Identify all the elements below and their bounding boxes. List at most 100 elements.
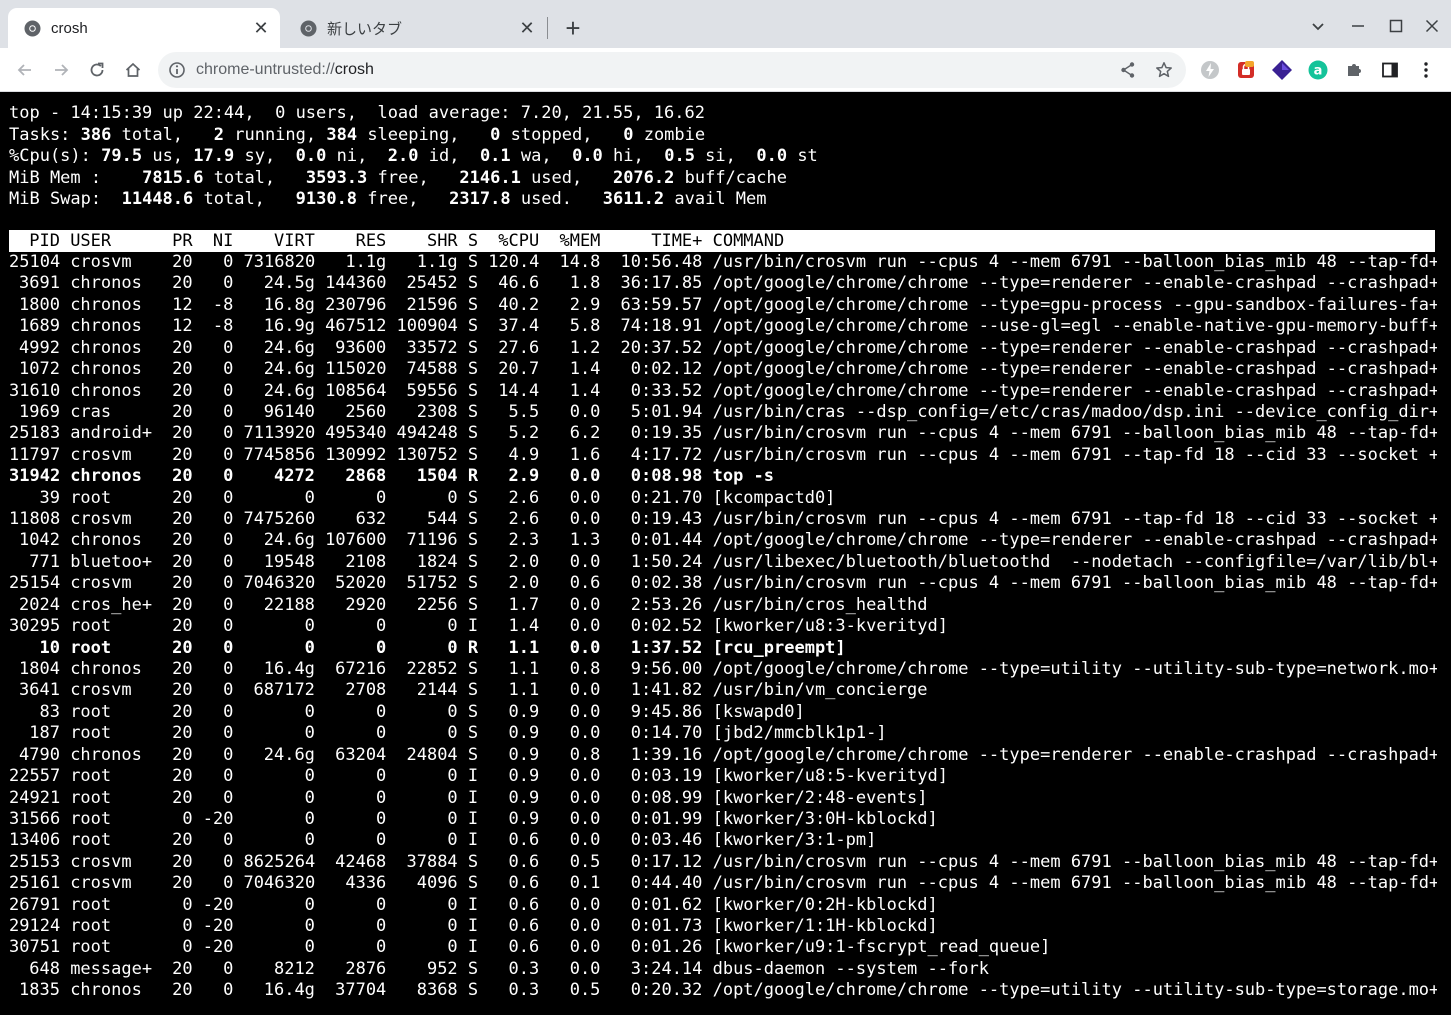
process-user: crosvm bbox=[70, 444, 132, 465]
bookmark-star-icon[interactable] bbox=[1153, 59, 1175, 81]
close-window-icon[interactable] bbox=[1416, 12, 1448, 40]
process-virt: 19548 bbox=[263, 551, 315, 572]
process-state: I bbox=[467, 916, 479, 937]
process-ni: 0 bbox=[223, 701, 234, 722]
grammarly-extension-icon[interactable]: a bbox=[1306, 58, 1330, 82]
back-arrow-icon[interactable] bbox=[10, 55, 40, 85]
process-state: I bbox=[467, 937, 479, 958]
forward-arrow-icon[interactable] bbox=[46, 55, 76, 85]
tab-crosh[interactable]: crosh ✕ bbox=[8, 8, 280, 48]
process-res: 0 bbox=[376, 787, 387, 808]
process-command: [jbd2/mmcblk1p1-] bbox=[712, 723, 887, 744]
process-cpu: 2.9 bbox=[508, 466, 540, 487]
process-state: S bbox=[467, 380, 479, 401]
process-cpu: 14.4 bbox=[498, 380, 540, 401]
address-bar[interactable]: chrome-untrusted://crosh bbox=[158, 52, 1186, 88]
process-pid: 11797 bbox=[9, 444, 60, 465]
minimize-icon[interactable] bbox=[1342, 12, 1374, 40]
process-pr: 0 bbox=[182, 808, 193, 829]
process-state: S bbox=[467, 594, 479, 615]
process-res: 0 bbox=[376, 701, 387, 722]
process-row: 4992 chronos 20 0 24.6g 93600 33572 S 27.6 1.2 20:… bbox=[9, 338, 1437, 359]
process-mem: 0.0 bbox=[569, 594, 601, 615]
process-pid: 22557 bbox=[9, 766, 60, 787]
process-row: 1800 chronos 12 -8 16.8g 230796 21596 S 40.2 2.9 6… bbox=[9, 295, 1437, 316]
process-ni: 0 bbox=[223, 616, 234, 637]
process-user: cras bbox=[70, 401, 112, 422]
process-virt: 0 bbox=[304, 894, 315, 915]
process-virt: 16.8g bbox=[263, 294, 315, 315]
process-virt: 22188 bbox=[263, 594, 315, 615]
tab-divider bbox=[547, 17, 548, 39]
process-mem: 0.0 bbox=[569, 401, 601, 422]
process-command: dbus-daemon --system --fork bbox=[712, 958, 989, 979]
process-shr: 0 bbox=[447, 723, 458, 744]
process-user: root bbox=[70, 808, 112, 829]
site-info-icon[interactable] bbox=[168, 61, 186, 79]
process-shr: 2308 bbox=[416, 401, 458, 422]
process-cpu: 1.1 bbox=[508, 680, 540, 701]
share-icon[interactable] bbox=[1117, 59, 1139, 81]
process-pid: 24921 bbox=[9, 787, 60, 808]
process-virt: 24.6g bbox=[263, 744, 315, 765]
kebab-menu-icon[interactable] bbox=[1414, 58, 1438, 82]
process-user: root bbox=[70, 916, 112, 937]
process-state: S bbox=[467, 444, 479, 465]
process-pid: 25154 bbox=[9, 573, 60, 594]
process-ni: -20 bbox=[202, 937, 234, 958]
process-command: /opt/google/chrome/chrome --type=rendere… bbox=[712, 744, 1437, 765]
process-ni: 0 bbox=[223, 594, 234, 615]
obsidian-extension-icon[interactable] bbox=[1270, 58, 1294, 82]
process-command: /usr/bin/crosvm run --cpus 4 --mem 6791 … bbox=[712, 573, 1437, 594]
process-mem: 0.8 bbox=[569, 658, 601, 679]
tab-new-tab[interactable]: 新しいタブ ✕ bbox=[284, 8, 546, 48]
process-pr: 20 bbox=[172, 958, 193, 979]
process-row: 25104 crosvm 20 0 7316820 1.1g 1.1g S 120.4 14.8 1… bbox=[9, 252, 1437, 273]
chrome-favicon-icon bbox=[300, 20, 317, 37]
process-time: 0:33.52 bbox=[630, 380, 703, 401]
puzzle-extensions-icon[interactable] bbox=[1342, 58, 1366, 82]
process-user: root bbox=[70, 637, 112, 658]
process-user: crosvm bbox=[70, 873, 132, 894]
new-tab-button[interactable]: + bbox=[559, 13, 587, 43]
process-user: root bbox=[70, 830, 112, 851]
process-res: 67216 bbox=[335, 658, 387, 679]
process-shr: 4096 bbox=[416, 873, 458, 894]
process-pid: 25161 bbox=[9, 873, 60, 894]
process-command: [kworker/3:0H-kblockd] bbox=[712, 808, 938, 829]
reload-icon[interactable] bbox=[82, 55, 112, 85]
process-row: 771 bluetoo+ 20 0 19548 2108 1824 S 2.0 0.0 1:50.2… bbox=[9, 552, 1437, 573]
maximize-icon[interactable] bbox=[1380, 12, 1412, 40]
lastpass-extension-icon[interactable] bbox=[1234, 58, 1258, 82]
process-cpu: 5.5 bbox=[508, 401, 540, 422]
tab-search-chevron-icon[interactable] bbox=[1302, 12, 1334, 40]
process-pr: 12 bbox=[172, 316, 193, 337]
process-res: 4336 bbox=[345, 873, 387, 894]
lightning-extension-icon[interactable] bbox=[1198, 58, 1222, 82]
process-ni: -8 bbox=[212, 294, 234, 315]
process-shr: 100904 bbox=[396, 316, 458, 337]
close-tab-icon[interactable]: ✕ bbox=[250, 17, 272, 39]
url-text[interactable]: chrome-untrusted://crosh bbox=[196, 61, 374, 79]
process-command: /opt/google/chrome/chrome --type=utility… bbox=[712, 658, 1437, 679]
process-user: root bbox=[70, 787, 112, 808]
home-icon[interactable] bbox=[118, 55, 148, 85]
process-res: 0 bbox=[376, 916, 387, 937]
process-ni: 0 bbox=[223, 359, 234, 380]
process-user: root bbox=[70, 701, 112, 722]
side-panel-icon[interactable] bbox=[1378, 58, 1402, 82]
process-pid: 31610 bbox=[9, 380, 60, 401]
close-tab-icon[interactable]: ✕ bbox=[516, 17, 538, 39]
process-shr: 22852 bbox=[406, 658, 458, 679]
terminal[interactable]: top - 14:15:39 up 22:44, 0 users, load a… bbox=[0, 93, 1451, 1015]
process-res: 0 bbox=[376, 808, 387, 829]
process-ni: 0 bbox=[223, 744, 234, 765]
process-pid: 648 bbox=[29, 958, 60, 979]
process-mem: 0.0 bbox=[569, 894, 601, 915]
process-time: 0:02.52 bbox=[630, 616, 703, 637]
process-ni: -20 bbox=[202, 894, 234, 915]
process-cpu: 1.1 bbox=[508, 658, 540, 679]
column-header-virt: VIRT bbox=[273, 231, 315, 251]
process-ni: 0 bbox=[223, 551, 234, 572]
process-pid: 3691 bbox=[19, 273, 60, 294]
